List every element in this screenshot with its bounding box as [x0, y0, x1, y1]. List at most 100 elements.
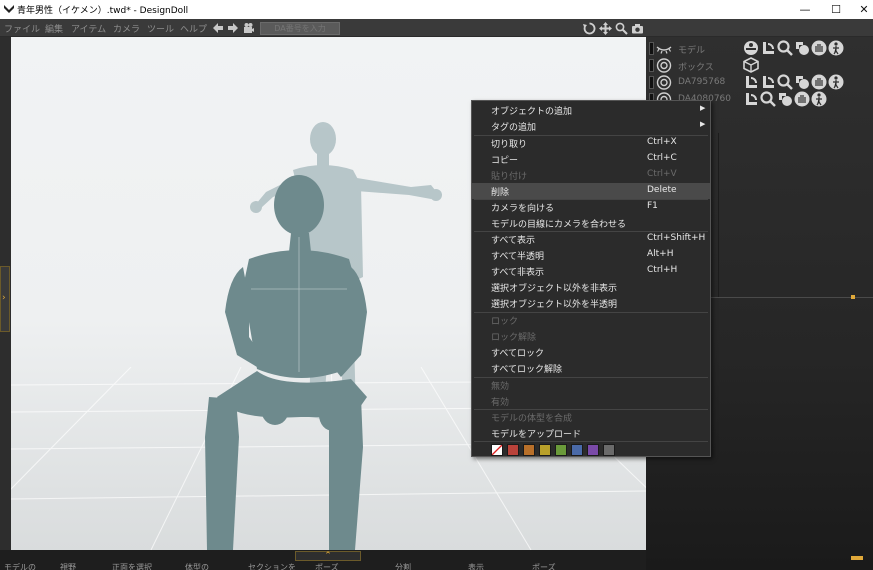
menu-hide-all[interactable]: すべて非表示 Ctrl+H [472, 263, 710, 279]
pose-icon[interactable] [828, 74, 844, 90]
bottom-tab[interactable]: 表示 [468, 562, 484, 570]
pose-icon[interactable] [828, 40, 844, 56]
bottom-tab[interactable]: 体型の [185, 562, 209, 570]
pivot-icon[interactable] [760, 40, 776, 56]
object-row-model[interactable]: モデル [646, 40, 873, 57]
bottom-tabs: モデルの 視野 正面を選択 体型の セクションを ポーズ 分割 表示 ポーズ [0, 562, 646, 570]
zoom-icon[interactable] [760, 91, 776, 107]
row-expand-toggle[interactable] [649, 59, 654, 72]
move-icon[interactable] [599, 22, 612, 35]
menu-camera-to-eyeline[interactable]: モデルの目線にカメラを合わせる [472, 215, 710, 231]
pivot-icon[interactable] [743, 91, 759, 107]
eye-icon[interactable] [656, 75, 672, 90]
menu-add-tag[interactable]: タグの追加 ▶ [472, 118, 710, 134]
color-swatch-blue[interactable] [571, 444, 583, 456]
menu-tools[interactable]: ツール [147, 22, 174, 35]
da-number-input[interactable] [260, 22, 340, 35]
menu-edit[interactable]: 編集 [45, 22, 63, 35]
row-expand-toggle[interactable] [649, 76, 654, 89]
pose-icon[interactable] [811, 91, 827, 107]
menu-label: 選択オブジェクト以外を半透明 [491, 300, 618, 310]
menu-point-camera[interactable]: カメラを向ける F1 [472, 199, 710, 215]
bottom-tab[interactable]: 正面を選択 [112, 562, 152, 570]
reset-icon[interactable] [794, 40, 810, 56]
menu-label: すべてロック [491, 349, 545, 359]
object-row-box[interactable]: ボックス [646, 57, 873, 74]
reset-icon[interactable] [777, 91, 793, 107]
camera-record-icon[interactable] [243, 22, 255, 34]
menu-hide-unselected[interactable]: 選択オブジェクト以外を非表示 [472, 279, 710, 295]
row-expand-toggle[interactable] [649, 42, 654, 55]
menu-shortcut: Alt+H [647, 249, 674, 259]
menu-label: 貼り付け [491, 172, 528, 182]
color-swatch-red[interactable] [507, 444, 519, 456]
menu-delete[interactable]: 削除 Delete [472, 183, 710, 199]
menu-unlock-all[interactable]: すべてロック解除 [472, 360, 710, 376]
menu-label: ロック [491, 317, 519, 327]
menu-copy[interactable]: コピー Ctrl+C [472, 151, 710, 167]
color-swatch-purple[interactable] [587, 444, 599, 456]
menu-lock-all[interactable]: すべてロック [472, 344, 710, 360]
menu-all-translucent[interactable]: すべて半透明 Alt+H [472, 247, 710, 263]
pivot-icon[interactable] [743, 74, 759, 90]
zoom-icon[interactable] [615, 22, 628, 35]
splitter-handle[interactable] [851, 295, 855, 299]
bottom-tab[interactable]: ポーズ [315, 562, 339, 570]
color-swatch-yellow[interactable] [539, 444, 551, 456]
menu-help[interactable]: ヘルプ [180, 22, 207, 35]
left-panel-toggle[interactable]: › [0, 266, 10, 332]
bottom-tab[interactable]: 分割 [395, 562, 411, 570]
menu-add-object[interactable]: オブジェクトの追加 ▶ [472, 102, 710, 118]
menu-label: 有効 [491, 398, 510, 408]
back-arrow-icon[interactable] [212, 22, 224, 34]
model-tool-icons [743, 40, 844, 57]
color-swatch-gray[interactable] [603, 444, 615, 456]
object-row-da795768[interactable]: DA795768 [646, 74, 873, 91]
menu-camera[interactable]: カメラ [113, 22, 140, 35]
menu-item[interactable]: アイテム [71, 22, 106, 35]
bottom-tab[interactable]: セクションを [248, 562, 296, 570]
pivot-icon[interactable] [760, 74, 776, 90]
bottom-tab[interactable]: モデルの [4, 562, 36, 570]
bottom-tab[interactable]: ポーズ [532, 562, 556, 570]
camera-icon[interactable] [631, 22, 644, 35]
menu-shortcut: Ctrl+X [647, 137, 677, 147]
close-button[interactable]: ✕ [849, 0, 873, 19]
menu-cut[interactable]: 切り取り Ctrl+X [472, 135, 710, 151]
no-color-swatch[interactable] [491, 444, 503, 456]
designdoll-app-icon [4, 5, 14, 13]
hand-icon[interactable] [794, 91, 810, 107]
color-swatch-orange[interactable] [523, 444, 535, 456]
eye-closed-icon[interactable] [656, 41, 672, 56]
color-swatches [491, 444, 615, 456]
eye-icon[interactable] [656, 58, 672, 73]
reset-icon[interactable] [794, 74, 810, 90]
menu-translucent-unselected[interactable]: 選択オブジェクト以外を半透明 [472, 295, 710, 311]
color-swatch-green[interactable] [555, 444, 567, 456]
menu-label: モデルの目線にカメラを合わせる [491, 220, 627, 230]
bottom-panel-toggle[interactable]: ⌃ [295, 551, 361, 561]
menu-show-all[interactable]: すべて表示 Ctrl+Shift+H [472, 231, 710, 247]
hand-icon[interactable] [811, 74, 827, 90]
cube-icon[interactable] [743, 57, 759, 73]
chevron-right-icon: › [2, 293, 6, 303]
forward-arrow-icon[interactable] [227, 22, 239, 34]
rotate-icon[interactable] [583, 22, 596, 35]
title-bar: 青年男性（イケメン）.twd* - DesignDoll — ☐ ✕ [0, 0, 873, 19]
menu-disable: 無効 [472, 377, 710, 393]
panel-divider [718, 133, 719, 297]
panel-resize-handle[interactable] [851, 556, 863, 560]
minimize-button[interactable]: — [790, 0, 820, 19]
menu-file[interactable]: ファイル [4, 22, 40, 35]
zoom-icon[interactable] [777, 74, 793, 90]
menu-lock: ロック [472, 312, 710, 328]
menu-upload-model[interactable]: モデルをアップロード [472, 425, 710, 441]
menu-label: 無効 [491, 382, 510, 392]
bottom-tab[interactable]: 視野 [60, 562, 76, 570]
zoom-icon[interactable] [777, 40, 793, 56]
submenu-arrow-icon: ▶ [700, 104, 706, 112]
bone-icon[interactable] [743, 40, 759, 56]
maximize-button[interactable]: ☐ [821, 0, 851, 19]
hand-icon[interactable] [811, 40, 827, 56]
menu-bar: ファイル 編集 アイテム カメラ ツール ヘルプ [0, 19, 873, 37]
